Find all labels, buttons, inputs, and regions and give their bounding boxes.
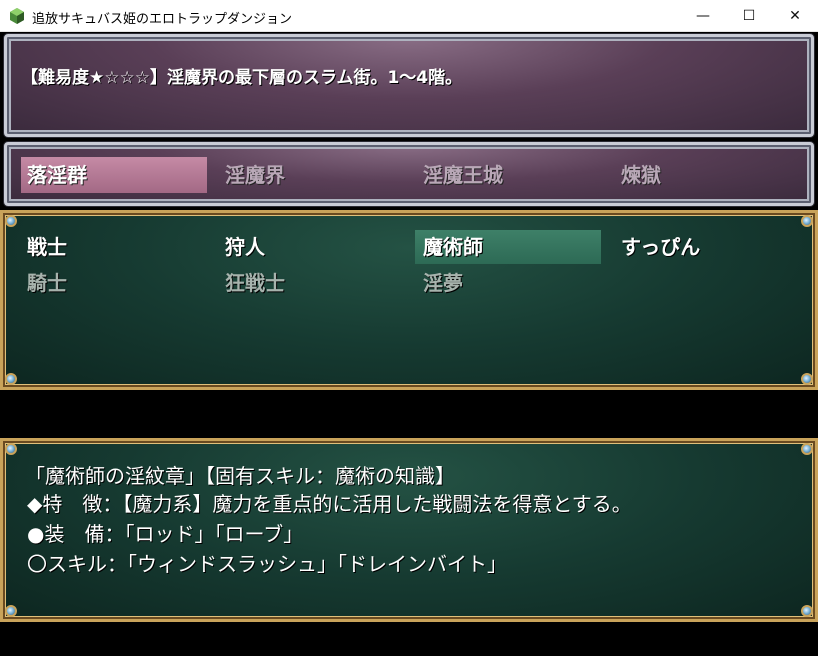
window-titlebar: 追放サキュバス姫のエロトラップダンジョン — ☐ ✕ — [0, 0, 818, 32]
class-option-plain[interactable]: すっぴん — [613, 230, 799, 264]
game-screen: 【難易度★☆☆☆】淫魔界の最下層のスラム街。1〜4階。 落淫群 淫魔界 淫魔王城… — [0, 32, 818, 656]
minimize-button[interactable]: — — [680, 0, 726, 32]
class-option-berserker[interactable]: 狂戦士 — [217, 266, 403, 300]
description-skills: 〇スキル：「ウィンドスラッシュ」「ドレインバイト」 — [27, 552, 507, 576]
corner-gem-icon — [801, 215, 813, 227]
app-icon — [10, 8, 24, 24]
class-option-hunter[interactable]: 狩人 — [217, 230, 403, 264]
tab-area-3[interactable]: 淫魔王城 — [417, 157, 603, 193]
area-tab-panel: 落淫群 淫魔界 淫魔王城 煉獄 — [4, 142, 814, 206]
corner-gem-icon — [801, 373, 813, 385]
class-option-nightmare[interactable]: 淫夢 — [415, 266, 601, 300]
difficulty-info-text: 【難易度★☆☆☆】淫魔界の最下層のスラム街。1〜4階。 — [21, 68, 463, 88]
class-option-knight[interactable]: 騎士 — [19, 266, 205, 300]
corner-gem-icon — [5, 215, 17, 227]
corner-gem-icon — [5, 373, 17, 385]
corner-gem-icon — [5, 443, 17, 455]
tab-area-1[interactable]: 落淫群 — [21, 157, 207, 193]
corner-gem-icon — [5, 605, 17, 617]
class-option-warrior[interactable]: 戦士 — [19, 230, 205, 264]
tab-area-2[interactable]: 淫魔界 — [219, 157, 405, 193]
corner-gem-icon — [801, 605, 813, 617]
difficulty-info-panel: 【難易度★☆☆☆】淫魔界の最下層のスラム街。1〜4階。 — [4, 34, 814, 137]
class-option-mage[interactable]: 魔術師 — [415, 230, 601, 264]
class-description-panel: 「魔術師の淫紋章」【固有スキル：魔術の知識】 ◆特 徴：【魔力系】魔力を重点的に… — [0, 438, 818, 622]
maximize-button[interactable]: ☐ — [726, 0, 772, 32]
description-crest: 「魔術師の淫紋章」【固有スキル：魔術の知識】 — [25, 464, 455, 488]
window-title: 追放サキュバス姫のエロトラップダンジョン — [32, 12, 293, 27]
class-select-panel: 戦士 狩人 魔術師 すっぴん 騎士 狂戦士 淫夢 — [0, 210, 818, 390]
description-feature: ◆特 徴：【魔力系】魔力を重点的に活用した戦闘法を得意とする。 — [27, 492, 632, 516]
corner-gem-icon — [801, 443, 813, 455]
close-button[interactable]: ✕ — [772, 0, 818, 32]
description-equipment: ●装 備：「ロッド」「ローブ」 — [27, 522, 304, 546]
tab-area-4[interactable]: 煉獄 — [615, 157, 801, 193]
